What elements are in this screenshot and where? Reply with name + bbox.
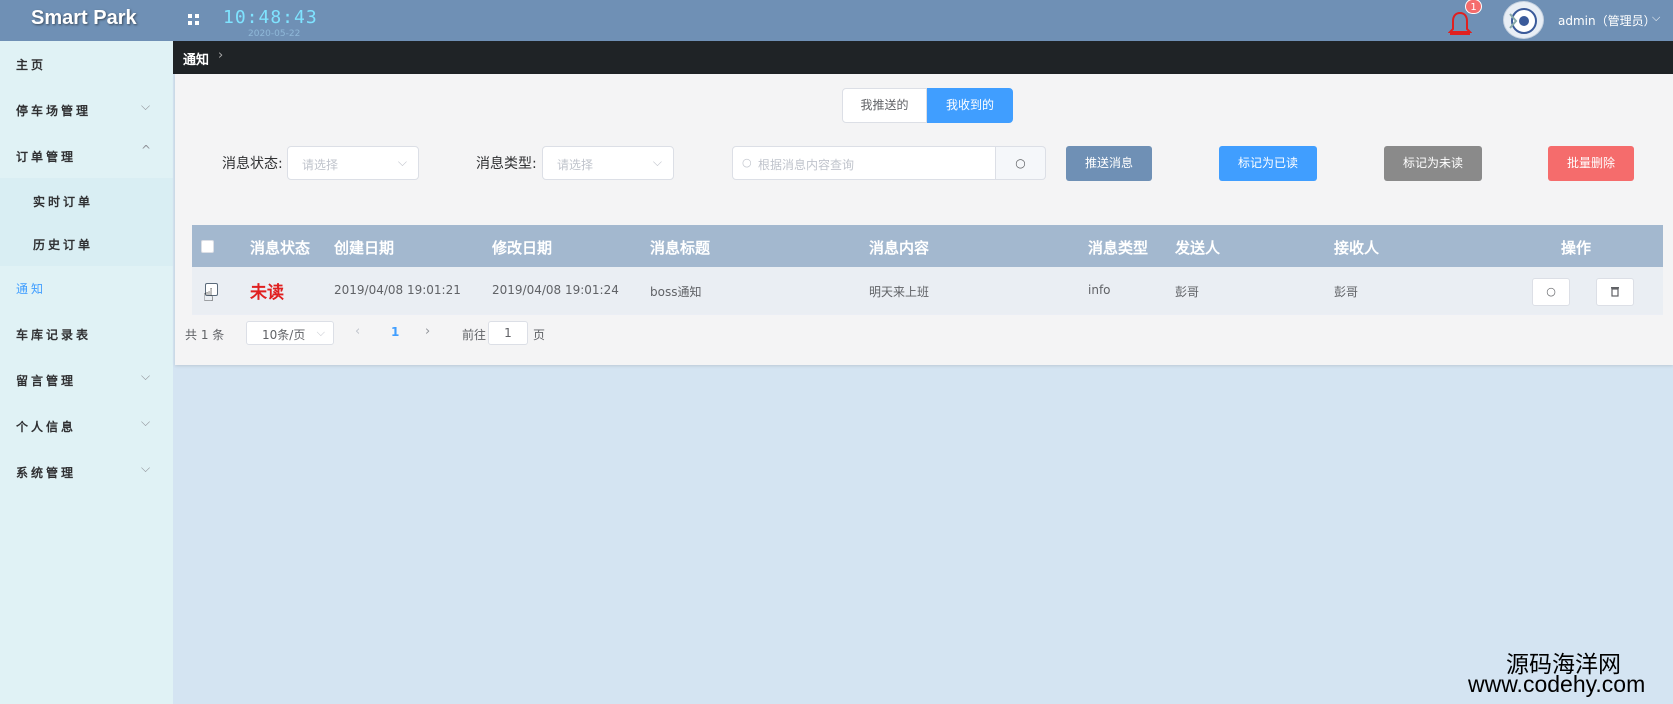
sidebar-item-label: 系统管理	[16, 466, 77, 480]
goto-label: 前往	[462, 328, 487, 342]
select-all-checkbox[interactable]	[201, 240, 214, 253]
column-header[interactable]: 修改日期	[492, 237, 552, 258]
search-icon: ○	[1015, 156, 1026, 170]
sender: 彭哥	[1175, 285, 1200, 299]
page-size-value: 10条/页	[262, 328, 306, 342]
sidebar-item-notifications[interactable]: 通知	[0, 265, 173, 310]
search-input[interactable]: ○ 根据消息内容查询	[732, 146, 996, 180]
search-placeholder: 根据消息内容查询	[758, 158, 855, 172]
chevron-down-icon: ⌵	[141, 369, 151, 383]
sidebar-item-home[interactable]: 主页	[0, 41, 173, 86]
message-content: 明天来上班	[869, 285, 930, 299]
sidebar-item-system[interactable]: 系统管理 ⌵	[0, 449, 173, 494]
chevron-down-icon: ⌵	[316, 326, 325, 339]
sidebar-item-garage-records[interactable]: 车库记录表	[0, 311, 173, 356]
top-header: Smart Park 10:48:43 2020-05-22 1 admin（管…	[0, 0, 1673, 41]
mark-unread-button[interactable]: 标记为未读	[1384, 146, 1482, 181]
message-title: boss通知	[650, 285, 702, 299]
chevron-down-icon[interactable]: ⌵	[1652, 11, 1660, 25]
trash-icon	[1611, 287, 1619, 297]
tab-received[interactable]: 我收到的	[927, 88, 1013, 123]
user-name[interactable]: admin（管理员）	[1558, 12, 1656, 29]
column-header[interactable]: 发送人	[1175, 237, 1220, 258]
sidebar-item-label: 主页	[16, 58, 47, 72]
chevron-up-icon: ^	[141, 143, 152, 157]
sidebar-item-messages[interactable]: 留言管理 ⌵	[0, 357, 173, 402]
goto-page-input[interactable]: 1	[488, 321, 528, 345]
sidebar-item-label: 通知	[16, 282, 47, 296]
sidebar-item-label: 订单管理	[16, 150, 77, 164]
page-number[interactable]: 1	[391, 325, 399, 339]
column-header[interactable]: 消息内容	[869, 237, 929, 258]
sidebar-item-label: 留言管理	[16, 374, 77, 388]
prev-page-icon[interactable]: ‹	[355, 324, 360, 339]
receiver: 彭哥	[1334, 285, 1359, 299]
select-placeholder: 请选择	[302, 158, 339, 172]
mark-read-button[interactable]: 标记为已读	[1219, 146, 1317, 181]
sidebar-item-orders[interactable]: 订单管理 ^	[0, 133, 173, 178]
type-filter-label: 消息类型:	[476, 156, 537, 172]
push-message-button[interactable]: 推送消息	[1066, 146, 1152, 181]
page-size-select[interactable]: 10条/页 ⌵	[246, 321, 334, 345]
clock-time: 10:48:43	[223, 7, 318, 28]
status-filter-label: 消息状态:	[222, 156, 283, 172]
sidebar-item-profile[interactable]: 个人信息 ⌵	[0, 403, 173, 448]
column-header: 操作	[1561, 239, 1592, 257]
message-type: info	[1088, 283, 1111, 297]
created-date: 2019/04/08 19:01:21	[334, 283, 461, 297]
hand-cursor-icon: ☝	[203, 285, 214, 306]
batch-delete-button[interactable]: 批量删除	[1548, 146, 1634, 181]
search-icon: ○	[1546, 285, 1556, 298]
sidebar-item-history-orders[interactable]: 历史订单	[0, 221, 173, 266]
select-placeholder: 请选择	[557, 158, 594, 172]
user-avatar[interactable]	[1503, 1, 1544, 39]
sidebar-item-label: 实时订单	[33, 195, 94, 209]
chevron-down-icon: ⌵	[141, 99, 151, 113]
sidebar-item-label: 车库记录表	[16, 328, 92, 342]
sidebar-item-label: 历史订单	[33, 238, 94, 252]
chevron-right-icon: ›	[218, 48, 224, 63]
status-badge: 未读	[250, 283, 284, 303]
column-header[interactable]: 消息类型	[1088, 237, 1148, 258]
type-filter-select[interactable]: 请选择 ⌵	[542, 146, 674, 180]
bell-icon[interactable]	[1448, 10, 1472, 38]
modified-date: 2019/04/08 19:01:24	[492, 283, 619, 297]
column-header[interactable]: 消息状态	[250, 237, 310, 258]
chevron-down-icon: ⌵	[397, 155, 407, 169]
pagination-total: 共 1 条	[185, 328, 225, 342]
chevron-down-icon: ⌵	[141, 415, 151, 429]
next-page-icon[interactable]: ›	[425, 324, 430, 339]
sidebar-item-label: 停车场管理	[16, 104, 92, 118]
chevron-down-icon: ⌵	[652, 155, 662, 169]
chevron-down-icon: ⌵	[141, 461, 151, 475]
search-button[interactable]: ○	[996, 146, 1046, 180]
search-icon: ○	[742, 156, 752, 169]
tab-sent[interactable]: 我推送的	[842, 88, 927, 123]
sidebar-item-label: 个人信息	[16, 420, 77, 434]
brand-logo-text: Smart Park	[31, 7, 137, 29]
menu-grid-icon[interactable]	[188, 14, 200, 26]
status-filter-select[interactable]: 请选择 ⌵	[287, 146, 419, 180]
column-header[interactable]: 创建日期	[334, 237, 394, 258]
page-suffix: 页	[533, 328, 546, 342]
notification-badge: 1	[1465, 0, 1482, 14]
breadcrumb-current[interactable]: 通知	[183, 49, 209, 68]
column-header[interactable]: 消息标题	[650, 237, 710, 258]
sidebar-item-realtime-orders[interactable]: 实时订单	[0, 178, 173, 223]
sidebar-item-parking[interactable]: 停车场管理 ⌵	[0, 87, 173, 132]
table-header: 消息状态 创建日期 修改日期 消息标题 消息内容 消息类型 发送人 接收人 操作	[192, 225, 1663, 267]
sidebar: 主页 停车场管理 ⌵ 订单管理 ^ 实时订单 历史订单 通知 车库记录表 留言管…	[0, 41, 173, 704]
delete-button[interactable]	[1596, 278, 1634, 306]
view-button[interactable]: ○	[1532, 278, 1570, 306]
column-header[interactable]: 接收人	[1334, 237, 1379, 258]
breadcrumb: 通知 ›	[173, 41, 1673, 74]
watermark-url: www.codehy.com	[1468, 671, 1646, 697]
main-panel: 我推送的 我收到的 消息状态: 请选择 ⌵ 消息类型: 请选择 ⌵ ○ 根据消息…	[175, 74, 1673, 365]
avatar-image	[1509, 8, 1537, 34]
clock-date: 2020-05-22	[248, 29, 301, 39]
table-row[interactable]: ☝ 未读 2019/04/08 19:01:21 2019/04/08 19:0…	[192, 267, 1663, 315]
